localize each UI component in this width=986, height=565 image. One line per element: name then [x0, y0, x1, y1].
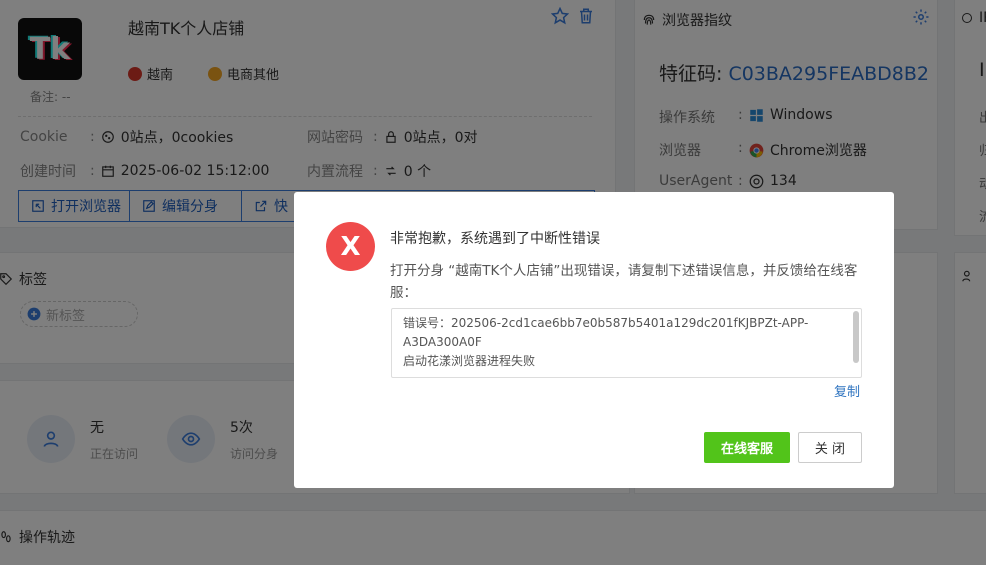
copy-link[interactable]: 复制	[834, 381, 860, 400]
error-dialog: X 非常抱歉，系统遇到了中断性错误 打开分身 “越南TK个人店铺”出现错误，请复…	[294, 192, 894, 488]
error-code: 错误号：202506-2cd1cae6bb7e0b587b5401a129dc2…	[403, 316, 809, 349]
error-box-scrollbar[interactable]	[853, 311, 859, 363]
dialog-description: 打开分身 “越南TK个人店铺”出现错误，请复制下述错误信息，并反馈给在线客服：	[390, 263, 858, 301]
error-icon: X	[326, 222, 375, 271]
online-service-button[interactable]: 在线客服	[704, 432, 790, 463]
dialog-title: 非常抱歉，系统遇到了中断性错误	[390, 231, 600, 247]
close-button[interactable]: 关 闭	[798, 432, 862, 463]
error-details-box[interactable]: 错误号：202506-2cd1cae6bb7e0b587b5401a129dc2…	[391, 308, 862, 378]
error-message: 启动花漾浏览器进程失败	[403, 354, 536, 368]
